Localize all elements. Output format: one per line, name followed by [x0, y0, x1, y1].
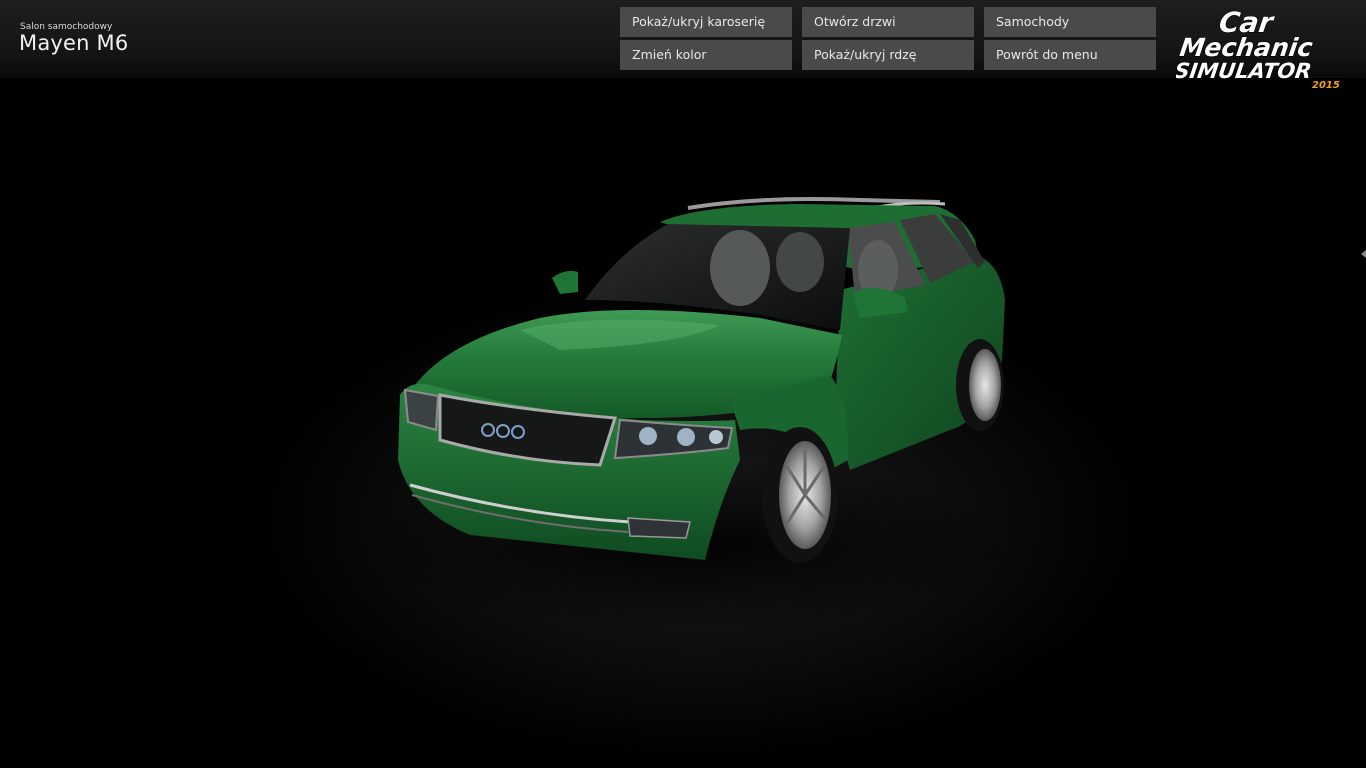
logo-year: 2015 — [1312, 80, 1340, 91]
car-seat — [776, 232, 824, 292]
open-doors-button[interactable]: Otwórz drzwi — [802, 7, 974, 37]
fog-light — [627, 517, 691, 539]
rear-wheel-rim[interactable] — [969, 349, 1001, 421]
headlight-lens — [639, 427, 657, 445]
game-logo: Car Mechanic SIMULATOR 2015 — [1176, 6, 1340, 91]
side-mirror — [552, 270, 578, 294]
car-title: Mayen M6 — [19, 31, 129, 55]
headlight-lens — [709, 430, 723, 444]
toggle-body-button[interactable]: Pokaż/ukryj karoserię — [620, 7, 792, 37]
car-model-render[interactable] — [0, 0, 1366, 768]
logo-line-3: SIMULATOR — [1176, 58, 1313, 83]
change-color-button[interactable]: Zmień kolor — [620, 40, 792, 70]
headlight-lens — [677, 428, 695, 446]
back-to-menu-button[interactable]: Powrót do menu — [984, 40, 1156, 70]
edge-indicator — [1361, 246, 1366, 260]
car-seat — [710, 230, 770, 306]
cars-button[interactable]: Samochody — [984, 7, 1156, 37]
showroom-viewport[interactable] — [0, 0, 1366, 768]
top-bar: Salon samochodowy Mayen M6 Pokaż/ukryj k… — [0, 0, 1366, 78]
toggle-rust-button[interactable]: Pokaż/ukryj rdzę — [802, 40, 974, 70]
